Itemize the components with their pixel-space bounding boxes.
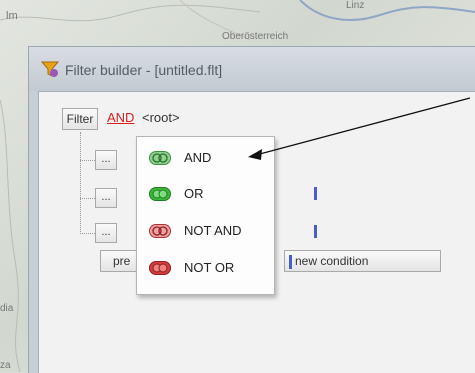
- annotation-arrow: [248, 97, 471, 160]
